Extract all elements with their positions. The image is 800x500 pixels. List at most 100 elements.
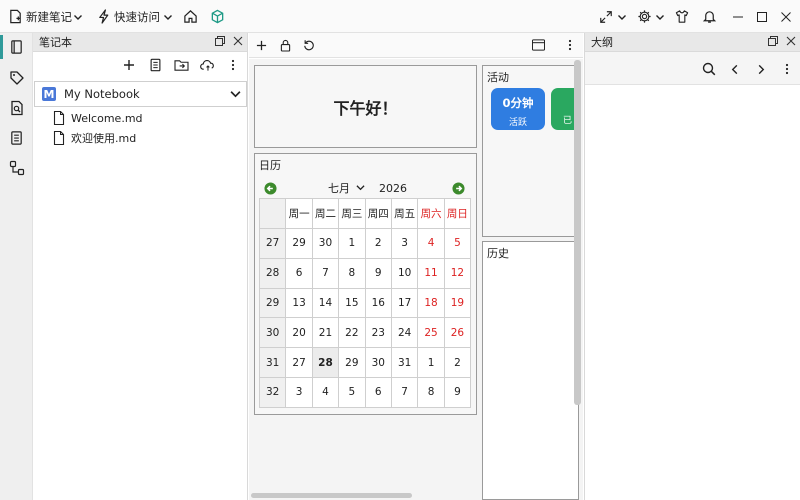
calendar-day[interactable]: 11	[417, 257, 445, 289]
calendar-day[interactable]: 16	[364, 287, 392, 319]
outline-panel-header: 大纲	[585, 33, 800, 52]
calendar-day[interactable]: 30	[364, 347, 392, 378]
calendar-day[interactable]: 14	[311, 287, 340, 319]
calendar-day-today[interactable]: 28	[311, 347, 340, 378]
calendar-day[interactable]: 29	[338, 347, 366, 378]
new-tab-button[interactable]	[254, 38, 268, 52]
lock-button[interactable]	[278, 38, 292, 52]
notebook-selector[interactable]: M My Notebook	[34, 81, 247, 107]
activity-value: 0分钟	[502, 96, 534, 110]
browser-view-button[interactable]	[531, 38, 545, 52]
calendar-day[interactable]: 15	[338, 287, 366, 319]
calendar-day[interactable]: 29	[285, 228, 313, 259]
calendar-day[interactable]: 2	[364, 228, 392, 259]
quick-access-dropdown[interactable]	[163, 0, 173, 33]
calendar-day[interactable]: 5	[338, 376, 366, 408]
calendar-day[interactable]: 4	[311, 376, 340, 408]
week-number: 30	[258, 317, 287, 349]
sync-button[interactable]	[199, 57, 215, 73]
quick-access-button[interactable]: 快速访问	[96, 0, 160, 33]
settings-dropdown[interactable]	[655, 0, 665, 33]
calendar-day[interactable]: 21	[311, 317, 340, 349]
calendar-title: 日历	[259, 159, 281, 172]
calendar-day[interactable]: 2	[443, 347, 472, 378]
notifications-button[interactable]	[701, 0, 717, 33]
notebook-more-button[interactable]	[225, 57, 241, 73]
cube-button[interactable]	[209, 0, 225, 33]
add-note-button[interactable]	[121, 57, 137, 73]
chevron-down-icon	[164, 14, 172, 20]
calendar-day[interactable]: 1	[417, 347, 445, 378]
chevron-right-icon	[758, 64, 765, 74]
new-note-button[interactable]: 新建笔记	[7, 0, 72, 33]
calendar-day[interactable]: 3	[285, 376, 313, 408]
calendar-day[interactable]: 6	[364, 376, 392, 408]
theme-button[interactable]	[674, 0, 690, 33]
calendar-day[interactable]: 24	[390, 317, 419, 349]
settings-button[interactable]	[636, 0, 652, 33]
activity-card-active[interactable]: 0分钟 活跃	[491, 88, 545, 130]
tags-nav-button[interactable]	[8, 69, 25, 86]
calendar-day[interactable]: 3	[390, 228, 419, 259]
weekday-header: 周六	[417, 198, 445, 229]
calendar-day[interactable]: 9	[364, 257, 392, 289]
calendar-day[interactable]: 7	[311, 257, 340, 289]
gear-icon	[636, 9, 652, 25]
float-panel-icon[interactable]	[215, 36, 225, 46]
notebook-view-button[interactable]	[147, 57, 163, 73]
refresh-button[interactable]	[302, 38, 316, 52]
calendar-week-row: 29 13 14 15 16 17 18 19	[258, 287, 472, 319]
float-panel-icon[interactable]	[768, 36, 778, 46]
close-panel-icon[interactable]	[786, 36, 796, 46]
calendar-day[interactable]: 8	[338, 257, 366, 289]
outline-search-button[interactable]	[701, 61, 717, 77]
search-nav-button[interactable]	[8, 99, 25, 116]
horizontal-scrollbar[interactable]	[251, 493, 412, 498]
close-panel-icon[interactable]	[233, 36, 243, 46]
calendar-day[interactable]: 17	[390, 287, 419, 319]
calendar-day[interactable]: 8	[417, 376, 445, 408]
month-selector[interactable]: 七月	[328, 180, 365, 196]
calendar-day[interactable]: 31	[390, 347, 419, 378]
expand-dropdown[interactable]	[617, 0, 627, 33]
calendar-day[interactable]: 19	[443, 287, 472, 319]
calendar-day[interactable]: 26	[443, 317, 472, 349]
calendar-day[interactable]: 23	[364, 317, 392, 349]
vertical-scrollbar[interactable]	[574, 60, 581, 405]
year-selector[interactable]: 2026	[379, 180, 407, 196]
document-nav-button[interactable]	[8, 129, 25, 146]
calendar-next-button[interactable]	[452, 180, 465, 196]
outline-next-button[interactable]	[753, 61, 769, 77]
calendar-day[interactable]: 5	[443, 228, 472, 259]
calendar-day[interactable]: 25	[417, 317, 445, 349]
calendar-day[interactable]: 12	[443, 257, 472, 289]
calendar-day[interactable]: 6	[285, 257, 313, 289]
outline-more-button[interactable]	[779, 61, 795, 77]
chevron-down-icon	[656, 14, 664, 20]
calendar-day[interactable]: 18	[417, 287, 445, 319]
new-note-dropdown[interactable]	[73, 0, 83, 33]
file-item[interactable]: 欢迎使用.md	[53, 129, 136, 147]
close-window-button[interactable]	[768, 0, 800, 33]
search-icon	[702, 62, 716, 76]
dashboard: 下午好！ 日历 七月 2026 周一 周二 周三 周四 周五 周六 周日 27 …	[249, 59, 583, 500]
notebook-nav-button[interactable]	[8, 38, 25, 55]
calendar-day[interactable]: 1	[338, 228, 366, 259]
calendar-day[interactable]: 30	[311, 228, 340, 259]
editor-more-button[interactable]	[563, 38, 577, 52]
calendar-prev-button[interactable]	[264, 180, 277, 196]
expand-button[interactable]	[598, 0, 614, 33]
calendar-day[interactable]: 13	[285, 287, 313, 319]
calendar-day[interactable]: 4	[417, 228, 445, 259]
outline-prev-button[interactable]	[727, 61, 743, 77]
calendar-day[interactable]: 27	[285, 347, 313, 378]
calendar-day[interactable]: 22	[338, 317, 366, 349]
import-folder-button[interactable]	[173, 57, 189, 73]
calendar-day[interactable]: 7	[390, 376, 419, 408]
calendar-day[interactable]: 10	[390, 257, 419, 289]
calendar-day[interactable]: 9	[443, 376, 472, 408]
calendar-day[interactable]: 20	[285, 317, 313, 349]
home-button[interactable]	[182, 0, 198, 33]
file-item[interactable]: Welcome.md	[53, 109, 143, 127]
graph-nav-button[interactable]	[8, 159, 25, 176]
